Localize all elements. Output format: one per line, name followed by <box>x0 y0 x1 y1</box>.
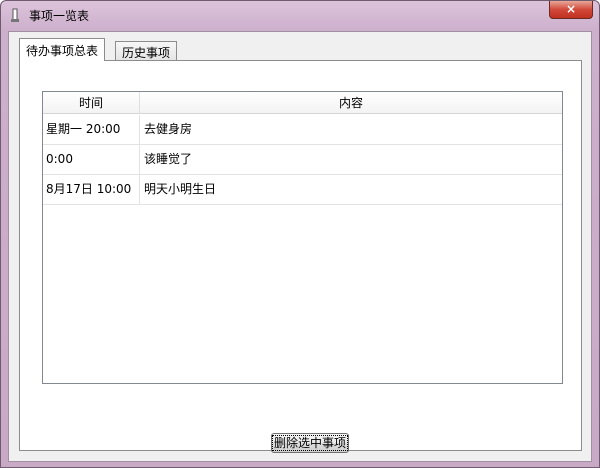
tab-label: 待办事项总表 <box>26 44 99 58</box>
tab-pending-summary[interactable]: 待办事项总表 <box>19 38 106 61</box>
title-bar[interactable]: 事项一览表 × <box>1 1 599 31</box>
main-window: 事项一览表 × 待办事项总表 历史事项 时间 内容 星期一 20:00 去健身房 <box>0 0 600 468</box>
cell-content: 明天小明生日 <box>144 182 217 196</box>
cell-time: 0:00 <box>43 145 140 174</box>
client-area: 待办事项总表 历史事项 时间 内容 星期一 20:00 去健身房 0:00 该睡… <box>8 31 592 462</box>
table-row[interactable]: 星期一 20:00 去健身房 <box>43 115 562 145</box>
todo-list-view[interactable]: 时间 内容 星期一 20:00 去健身房 0:00 该睡觉了 8月17日 10:… <box>42 91 563 384</box>
cell-content: 去健身房 <box>144 122 193 136</box>
column-header-content[interactable]: 内容 <box>140 92 562 114</box>
cell-time: 8月17日 10:00 <box>43 175 140 204</box>
cell-content: 该睡觉了 <box>144 152 193 166</box>
tab-history[interactable]: 历史事项 <box>115 41 178 62</box>
window-title: 事项一览表 <box>29 9 90 23</box>
tab-label: 历史事项 <box>122 46 171 60</box>
table-row[interactable]: 0:00 该睡觉了 <box>43 145 562 175</box>
tab-panel: 时间 内容 星期一 20:00 去健身房 0:00 该睡觉了 8月17日 10:… <box>19 60 582 453</box>
delete-button-label: 删除选中事项 <box>272 435 348 451</box>
close-icon: × <box>565 2 577 16</box>
column-header-time[interactable]: 时间 <box>43 92 140 114</box>
close-button[interactable]: × <box>549 1 593 19</box>
cell-time: 星期一 20:00 <box>43 115 140 144</box>
delete-selected-button[interactable]: 删除选中事项 <box>271 433 349 453</box>
table-row[interactable]: 8月17日 10:00 明天小明生日 <box>43 175 562 205</box>
app-icon <box>8 8 22 23</box>
list-header: 时间 内容 <box>43 92 562 114</box>
